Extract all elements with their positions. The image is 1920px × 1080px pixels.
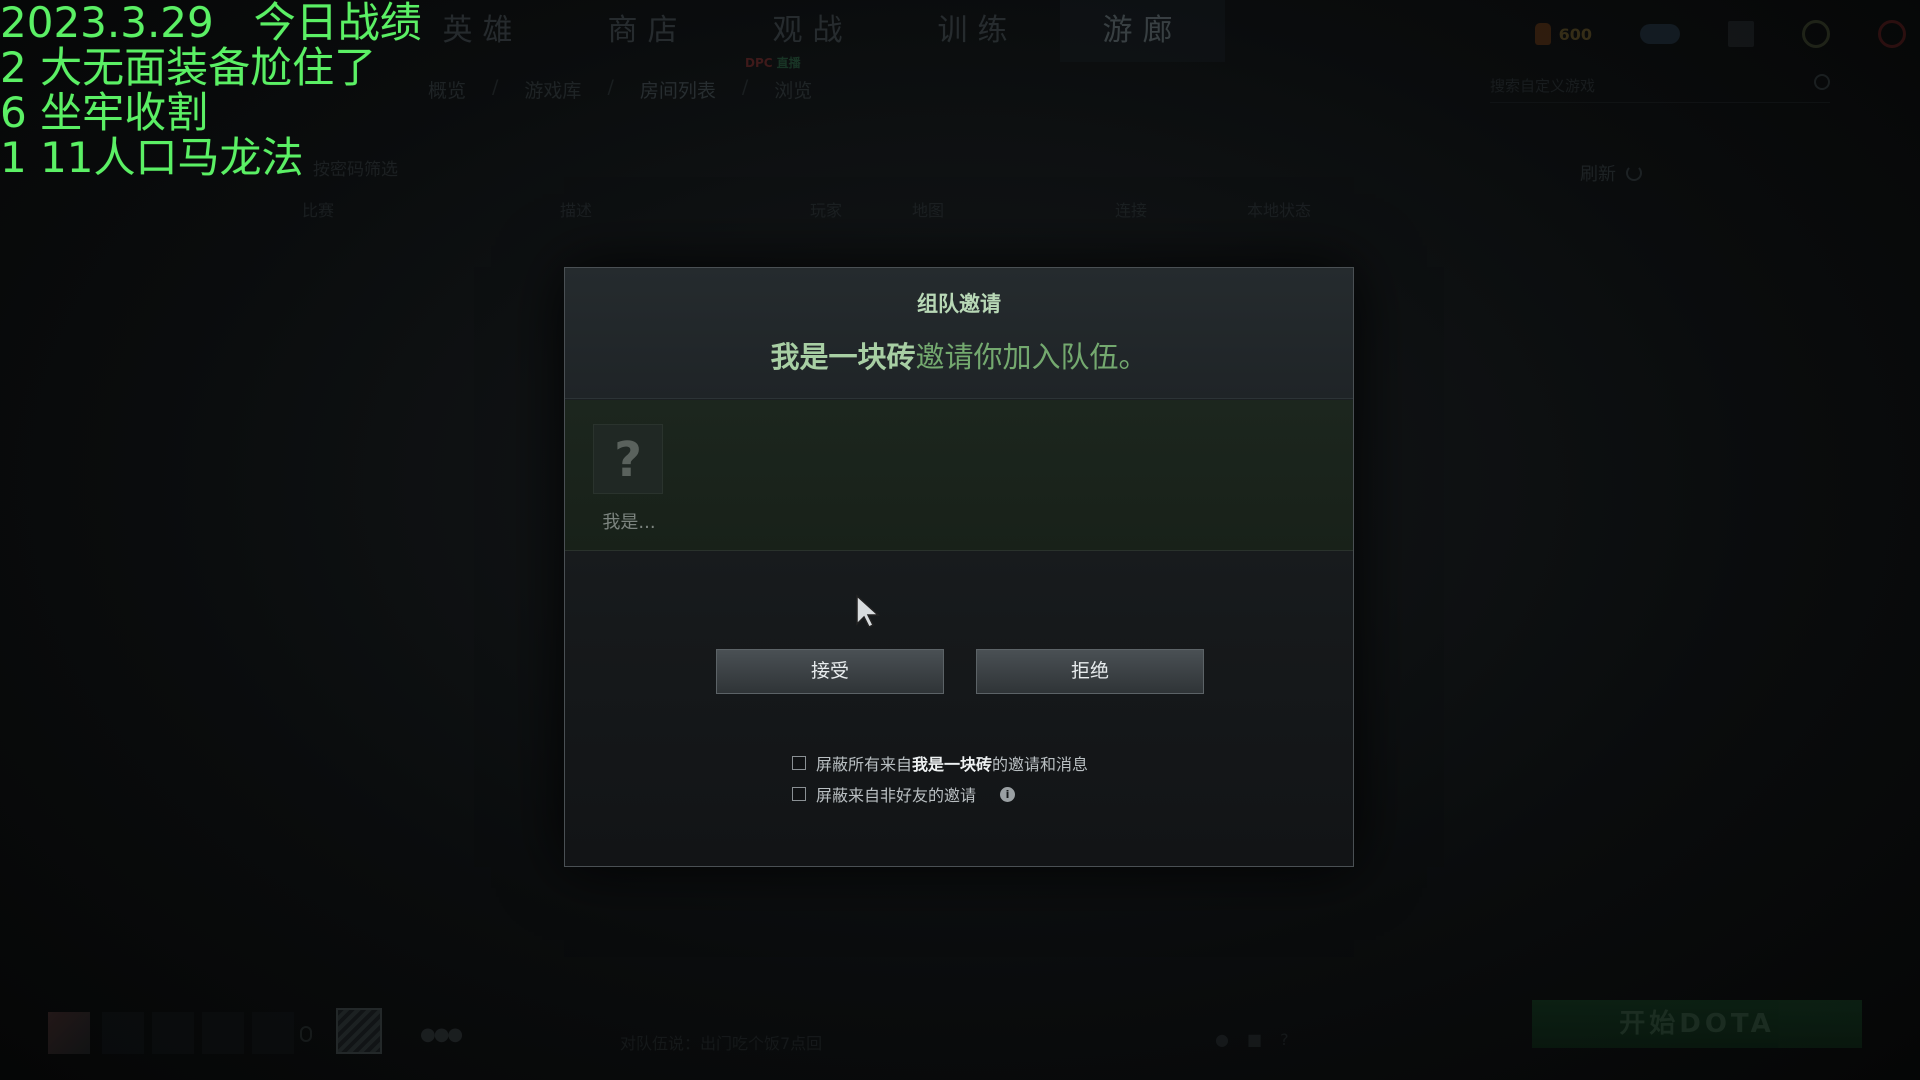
chat-icon[interactable] xyxy=(1640,24,1680,44)
refresh-button[interactable]: 刷新 xyxy=(1580,160,1642,186)
party-slot[interactable] xyxy=(252,1012,294,1054)
option-inviter-name: 我是一块砖 xyxy=(912,755,993,774)
invite-message-text: 邀请你加入队伍。 xyxy=(915,340,1148,374)
accept-button[interactable]: 接受 xyxy=(716,649,944,694)
friends-icon[interactable] xyxy=(1728,21,1754,47)
dpc-live-label: 直播 xyxy=(776,56,801,70)
breadcrumb-separator: / xyxy=(492,76,499,98)
block-inviter-option[interactable]: 屏蔽所有来自我是一块砖的邀请和消息 xyxy=(792,751,1088,775)
block-non-friends-option[interactable]: 屏蔽来自非好友的邀请 i xyxy=(792,782,1016,806)
plus-icon[interactable] xyxy=(1802,20,1830,48)
tab-learn[interactable]: 训练 xyxy=(895,0,1060,62)
avatar[interactable] xyxy=(48,1012,90,1054)
bottom-bar: ●●● 对队伍说：出门吃个饭7点回 ● ■ ? 开始DOTA xyxy=(0,990,1920,1080)
dialog-header: 组队邀请 我是一块砖邀请你加入队伍。 xyxy=(565,268,1353,399)
search-icon[interactable] xyxy=(1814,74,1830,90)
dpc-label: DPC xyxy=(745,56,773,70)
overlay-line: 2023.3.29 今日战绩 xyxy=(0,0,422,47)
breadcrumb-browse[interactable]: 浏览 xyxy=(774,76,812,103)
option-text: 屏蔽所有来自 xyxy=(816,755,913,774)
party-slot[interactable] xyxy=(102,1012,144,1054)
top-right-toolbar: 600 xyxy=(1534,14,1920,54)
column-header-local-status[interactable]: 本地状态 xyxy=(1247,197,1311,221)
overlay-line: 6 坐牢收割 xyxy=(0,88,209,137)
search-input[interactable]: 搜索自定义游戏 xyxy=(1490,70,1830,103)
bottom-utility-icons: ● ■ ? xyxy=(1215,1030,1289,1049)
breadcrumb-library[interactable]: 游戏库 xyxy=(524,76,581,103)
chat-channel-icon[interactable] xyxy=(336,1008,382,1054)
option-text: 的邀请和消息 xyxy=(992,755,1089,774)
block-inviter-label: 屏蔽所有来自我是一块砖的邀请和消息 xyxy=(816,751,1088,775)
play-dota-button[interactable]: 开始DOTA xyxy=(1532,1000,1862,1048)
column-header-description[interactable]: 描述 xyxy=(560,197,592,221)
breadcrumb-overview[interactable]: 概览 xyxy=(428,76,466,103)
top-nav: 英雄 商店 观战 训练 游廊 xyxy=(400,0,1225,62)
refresh-icon xyxy=(1626,165,1642,181)
stream-overlay-notes: 2023.3.29 今日战绩 2 大无面装备尬住了 6 坐牢收割 1 11人口马… xyxy=(0,0,422,180)
party-invite-dialog: 组队邀请 我是一块砖邀请你加入队伍。 ? 我是... 接受 拒绝 屏蔽所有来自我… xyxy=(564,267,1354,867)
party-member-name: 我是... xyxy=(602,512,656,533)
party-slot[interactable] xyxy=(202,1012,244,1054)
overlay-line: 2 大无面装备尬住了 xyxy=(0,43,377,92)
invite-message: 我是一块砖邀请你加入队伍。 xyxy=(565,334,1353,376)
info-icon[interactable]: i xyxy=(1000,786,1016,802)
tab-heroes[interactable]: 英雄 xyxy=(400,0,565,62)
shard-icon xyxy=(1534,23,1551,45)
tab-arcade[interactable]: 游廊 xyxy=(1060,0,1225,62)
screen: 英雄 商店 观战 训练 游廊 DPC 直播 概览 / 游戏库 / 房间列表 / 浏… xyxy=(0,0,1920,1080)
microphone-icon[interactable] xyxy=(300,1026,312,1042)
column-header-connection[interactable]: 连接 xyxy=(1115,197,1147,221)
breadcrumb-separator: / xyxy=(607,76,614,98)
shards-counter[interactable]: 600 xyxy=(1534,23,1592,45)
breadcrumb-separator: / xyxy=(741,76,749,98)
tab-store[interactable]: 商店 xyxy=(565,0,730,62)
help-icon[interactable]: ? xyxy=(1280,1030,1289,1049)
dpc-live-badge[interactable]: DPC 直播 xyxy=(745,54,801,71)
block-inviter-checkbox[interactable] xyxy=(792,756,806,770)
inviter-name: 我是一块砖 xyxy=(770,340,916,374)
party-chat-message: 对队伍说：出门吃个饭7点回 xyxy=(620,1034,823,1053)
party-slot[interactable] xyxy=(152,1012,194,1054)
block-non-friends-label: 屏蔽来自非好友的邀请 xyxy=(816,786,977,805)
search-placeholder: 搜索自定义游戏 xyxy=(1490,77,1596,95)
shards-value: 600 xyxy=(1558,24,1592,44)
party-members: ? 我是... xyxy=(565,400,1353,551)
breadcrumb-lobby-list[interactable]: 房间列表 xyxy=(640,76,716,103)
tab-watch[interactable]: 观战 xyxy=(730,0,895,62)
power-icon[interactable] xyxy=(1878,20,1906,48)
team-icon[interactable]: ●●● xyxy=(420,1024,463,1045)
column-header-players[interactable]: 玩家 xyxy=(810,197,842,221)
breadcrumb: 概览 / 游戏库 / 房间列表 / 浏览 xyxy=(428,76,812,103)
mouse-cursor-icon xyxy=(856,594,880,629)
column-header-map[interactable]: 地图 xyxy=(912,197,944,221)
dialog-title: 组队邀请 xyxy=(917,292,1001,316)
window-icon[interactable]: ■ xyxy=(1247,1030,1262,1049)
column-header-match[interactable]: 比赛 xyxy=(302,197,334,221)
party-member-card[interactable]: ? 我是... xyxy=(593,424,665,534)
refresh-label: 刷新 xyxy=(1580,164,1616,185)
decline-button[interactable]: 拒绝 xyxy=(976,649,1204,694)
unknown-avatar-icon: ? xyxy=(593,424,663,494)
overlay-line: 1 11人口马龙法 xyxy=(0,133,304,182)
block-non-friends-checkbox[interactable] xyxy=(792,787,806,801)
settings-icon[interactable]: ● xyxy=(1215,1030,1229,1049)
